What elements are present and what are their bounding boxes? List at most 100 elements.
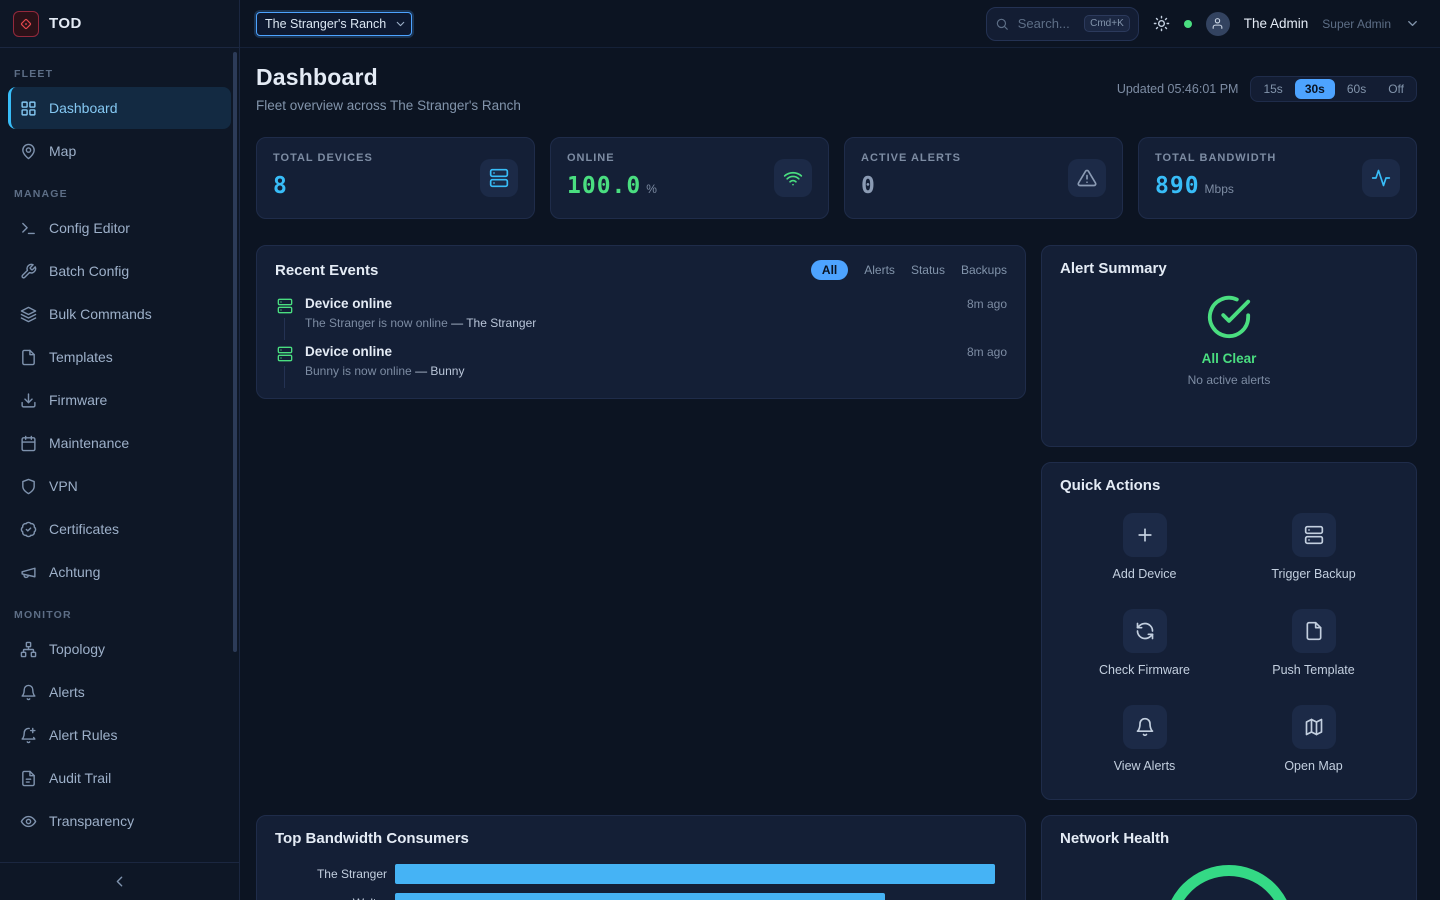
bell-icon [1123,705,1167,749]
file-icon [20,349,37,366]
chevron-down-icon [1405,16,1420,31]
push-template-button[interactable]: Push Template [1229,609,1398,677]
refresh-icon [1123,609,1167,653]
filter-backups[interactable]: Backups [961,263,1007,277]
download-icon [20,392,37,409]
server-icon [480,159,518,197]
dashboard-grid: Recent Events All Alerts Status Backups [256,245,1417,900]
event-time: 8m ago [967,297,1007,311]
filter-alerts[interactable]: Alerts [864,263,895,277]
search-input[interactable] [1016,15,1077,32]
bandwidth-bar-row: The Stranger [275,864,1007,884]
quick-action-label: Push Template [1272,663,1354,677]
sidebar-item-achtung[interactable]: Achtung [8,551,231,593]
sidebar-item-firmware[interactable]: Firmware [8,379,231,421]
refresh-30s-button[interactable]: 30s [1295,79,1335,99]
bandwidth-consumers-card: Top Bandwidth Consumers The Stranger Wal… [256,815,1026,900]
sidebar-item-label: Alerts [49,684,85,700]
sidebar-item-label: Transparency [49,813,134,829]
bell-icon [20,684,37,701]
sidebar-collapse-button[interactable] [0,862,239,900]
quick-action-label: Add Device [1113,567,1177,581]
user-menu-button[interactable] [1405,16,1420,31]
shield-icon [20,478,37,495]
stat-label: TOTAL DEVICES [273,152,373,164]
nav-section-fleet: FLEET [14,68,225,80]
theme-toggle-button[interactable] [1153,15,1170,32]
sidebar-item-label: Bulk Commands [49,306,152,322]
user-role: Super Admin [1322,17,1391,31]
view-alerts-button[interactable]: View Alerts [1060,705,1229,773]
sidebar-item-vpn[interactable]: VPN [8,465,231,507]
event-device: — The Stranger [451,316,536,330]
quick-action-label: View Alerts [1114,759,1176,773]
sidebar-item-maintenance[interactable]: Maintenance [8,422,231,464]
filter-status[interactable]: Status [911,263,945,277]
sidebar-item-label: Maintenance [49,435,129,451]
sidebar-item-dashboard[interactable]: Dashboard [8,87,231,129]
event-device: — Bunny [415,364,464,378]
quick-action-label: Trigger Backup [1271,567,1355,581]
stat-value: 8 [273,173,288,199]
stat-text: ONLINE 100.0% [567,152,657,204]
sidebar-item-audit-trail[interactable]: Audit Trail [8,757,231,799]
connection-status-dot [1184,20,1192,28]
quick-action-label: Open Map [1284,759,1342,773]
wifi-icon [774,159,812,197]
app-logo-icon [13,11,39,37]
bar-track [395,893,1007,900]
sidebar-item-label: Topology [49,641,105,657]
megaphone-icon [20,564,37,581]
sidebar-item-bulk-commands[interactable]: Bulk Commands [8,293,231,335]
stat-text: ACTIVE ALERTS 0 [861,152,961,204]
nav-section-manage: MANAGE [14,188,225,200]
recent-events-title: Recent Events [275,262,378,279]
search-box[interactable]: Cmd+K [986,7,1139,41]
sidebar-item-transparency[interactable]: Transparency [8,800,231,842]
bar-track [395,864,1007,884]
sidebar-nav: FLEET Dashboard Map MANAGE Config Editor… [0,48,239,862]
open-map-button[interactable]: Open Map [1229,705,1398,773]
sidebar-item-label: Audit Trail [49,770,111,786]
bell-plus-icon [20,727,37,744]
refresh-60s-button[interactable]: 60s [1337,79,1376,99]
filter-all[interactable]: All [811,260,848,280]
sidebar-item-label: VPN [49,478,78,494]
sidebar-item-config-editor[interactable]: Config Editor [8,207,231,249]
wrench-icon [20,263,37,280]
sidebar-item-alerts[interactable]: Alerts [8,671,231,713]
stat-text: TOTAL BANDWIDTH 890Mbps [1155,152,1276,204]
brand-name: TOD [49,15,82,32]
file-text-icon [20,770,37,787]
file-icon [1292,609,1336,653]
alert-summary-card: Alert Summary All Clear No active alerts [1041,245,1417,447]
sidebar-item-certificates[interactable]: Certificates [8,508,231,550]
alert-summary-title: Alert Summary [1060,260,1167,277]
dashboard-grid-icon [20,100,37,117]
sun-icon [1153,15,1170,32]
stat-total-bandwidth: TOTAL BANDWIDTH 890Mbps [1138,137,1417,219]
add-device-button[interactable]: Add Device [1060,513,1229,581]
sidebar-item-alert-rules[interactable]: Alert Rules [8,714,231,756]
sidebar-item-templates[interactable]: Templates [8,336,231,378]
quick-actions-card: Quick Actions Add Device Trigger Backup [1041,462,1417,800]
refresh-off-button[interactable]: Off [1378,79,1414,99]
alert-detail-text: No active alerts [1188,373,1271,387]
map-icon [1292,705,1336,749]
badge-check-icon [20,521,37,538]
refresh-15s-button[interactable]: 15s [1253,79,1292,99]
check-firmware-button[interactable]: Check Firmware [1060,609,1229,677]
user-avatar[interactable] [1206,12,1230,36]
stat-label: ACTIVE ALERTS [861,152,961,164]
sidebar-item-label: Firmware [49,392,107,408]
network-icon [20,641,37,658]
sidebar-item-map[interactable]: Map [8,130,231,172]
event-filters: All Alerts Status Backups [811,260,1007,280]
fleet-selector-wrap: The Stranger's Ranch [256,12,412,36]
sidebar-scrollbar[interactable] [233,52,237,652]
calendar-icon [20,435,37,452]
trigger-backup-button[interactable]: Trigger Backup [1229,513,1398,581]
sidebar-item-topology[interactable]: Topology [8,628,231,670]
sidebar-item-batch-config[interactable]: Batch Config [8,250,231,292]
fleet-selector[interactable]: The Stranger's Ranch [256,12,412,36]
